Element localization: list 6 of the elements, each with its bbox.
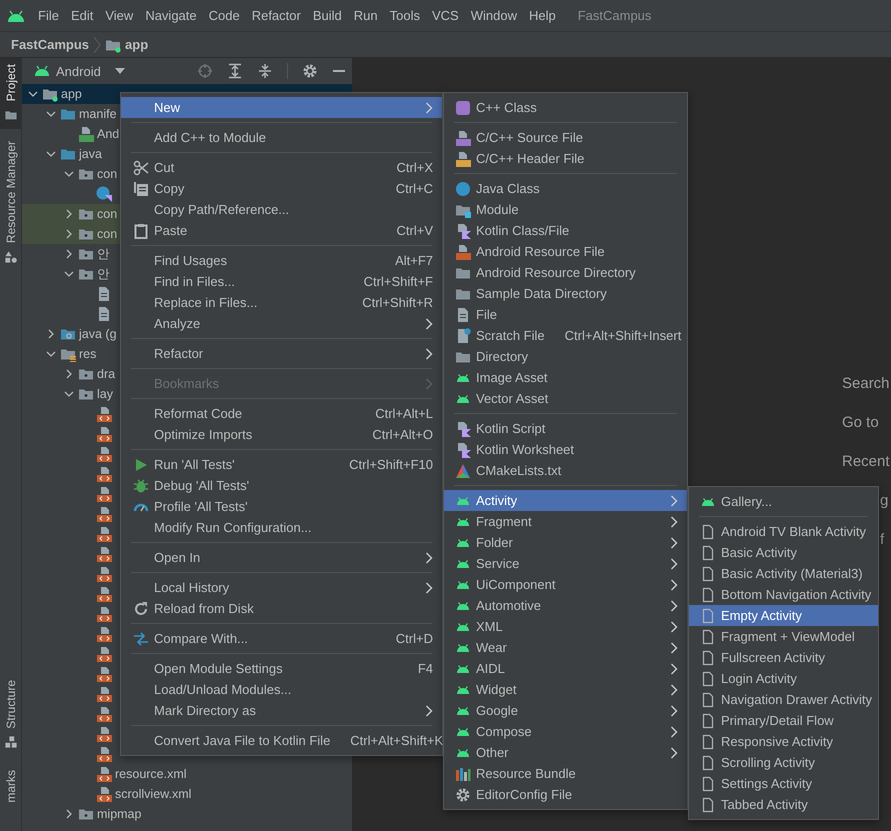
editor-hint: f [880,530,886,550]
editor-hint: Go to [842,413,880,433]
project-name: FastCampus [578,8,652,23]
editor-hint: Search [842,374,891,394]
editor-hint: Recent [842,452,891,472]
editor-hint: g [880,491,890,511]
